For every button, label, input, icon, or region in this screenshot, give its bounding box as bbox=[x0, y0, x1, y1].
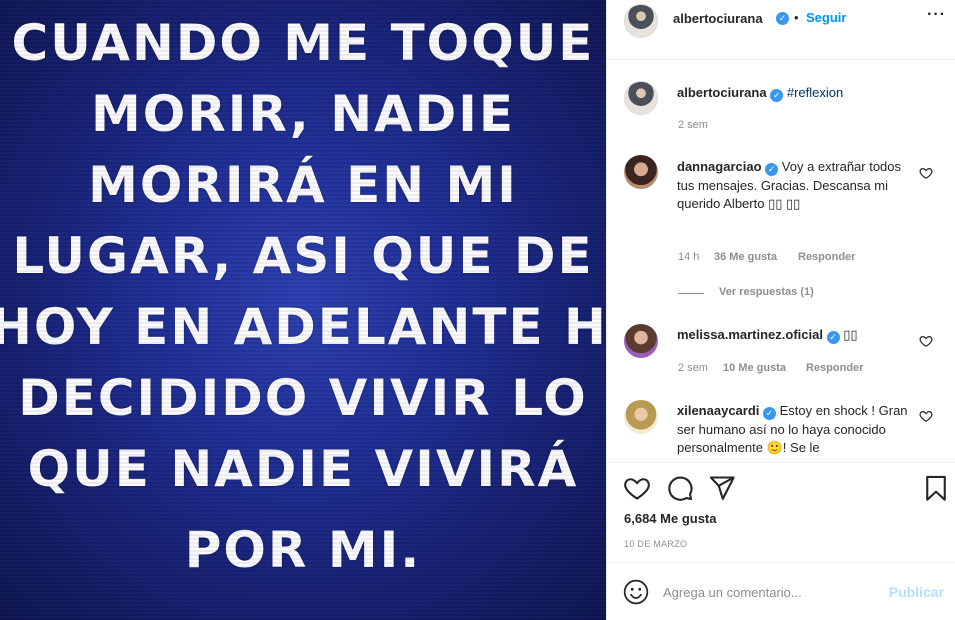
comment-likes[interactable]: 36 Me gusta bbox=[714, 251, 777, 263]
caption: albertociurana ✓ #reflexion bbox=[677, 84, 927, 103]
comment-text: ▯▯ bbox=[843, 327, 858, 342]
more-horizontal-icon[interactable]: ··· bbox=[927, 6, 946, 24]
verified-badge-icon: ✓ bbox=[763, 407, 777, 420]
comment-username[interactable]: xilenaaycardi bbox=[677, 403, 759, 418]
bookmark-icon[interactable] bbox=[922, 474, 950, 502]
quote-line: DECIDIDO VIVIR LO bbox=[18, 369, 588, 427]
comment-avatar[interactable] bbox=[624, 155, 658, 189]
comment-time[interactable]: 2 sem bbox=[678, 362, 708, 374]
heart-icon[interactable] bbox=[919, 334, 933, 348]
quote-line: POR MI. bbox=[184, 521, 422, 579]
likes-count[interactable]: 6,684 Me gusta bbox=[624, 511, 717, 526]
separator-dot: • bbox=[794, 10, 799, 25]
comment-body: melissa.martinez.oficial ✓ ▯▯ bbox=[677, 326, 912, 345]
quote-line: CUANDO ME TOQUE bbox=[11, 14, 595, 72]
heart-icon[interactable] bbox=[919, 409, 933, 423]
view-replies-divider bbox=[678, 293, 704, 294]
comment-bubble-icon[interactable] bbox=[666, 474, 694, 502]
publish-button[interactable]: Publicar bbox=[889, 584, 944, 600]
avatar[interactable] bbox=[624, 4, 658, 38]
emoji-smiley-icon[interactable] bbox=[623, 579, 649, 605]
add-comment-bar: Publicar bbox=[607, 562, 955, 620]
verified-badge-icon: ✓ bbox=[770, 89, 784, 102]
follow-button[interactable]: Seguir bbox=[806, 10, 846, 25]
reply-button[interactable]: Responder bbox=[806, 362, 863, 374]
quote-line: LUGAR, ASI QUE DE bbox=[12, 227, 594, 285]
verified-badge-icon: ✓ bbox=[826, 331, 840, 344]
verified-badge-icon: ✓ bbox=[765, 163, 779, 176]
quote-line: MORIRÁ EN MI bbox=[88, 156, 518, 214]
post-author-username[interactable]: albertociurana bbox=[673, 11, 763, 26]
quote-line: HOY EN ADELANTE HE bbox=[0, 298, 606, 356]
comment-body: dannagarciao ✓ Voy a extrañar todos tus … bbox=[677, 158, 912, 214]
comment-likes[interactable]: 10 Me gusta bbox=[723, 362, 786, 374]
verified-badge-icon: ✓ bbox=[776, 12, 789, 25]
quote-line: MORIR, NADIE bbox=[91, 85, 515, 143]
comment-body: xilenaaycardi ✓ Estoy en shock ! Gran se… bbox=[677, 402, 912, 458]
caption-time[interactable]: 2 sem bbox=[678, 119, 708, 131]
quote-line: QUE NADIE VIVIRÁ bbox=[27, 440, 579, 498]
add-comment-input[interactable] bbox=[663, 581, 873, 603]
view-replies-button[interactable]: Ver respuestas (1) bbox=[719, 286, 814, 298]
caption-avatar[interactable] bbox=[624, 81, 658, 115]
heart-icon[interactable] bbox=[919, 166, 933, 180]
share-send-icon[interactable] bbox=[708, 474, 736, 502]
comment-username[interactable]: melissa.martinez.oficial bbox=[677, 327, 823, 342]
comment-avatar[interactable] bbox=[624, 324, 658, 358]
post-side-panel: albertociurana ✓ • Seguir ··· albertociu… bbox=[606, 0, 955, 620]
post-header: albertociurana ✓ • Seguir ··· bbox=[607, 0, 955, 60]
post-image[interactable]: CUANDO ME TOQUE MORIR, NADIE MORIRÁ EN M… bbox=[0, 0, 606, 620]
reply-button[interactable]: Responder bbox=[798, 251, 855, 263]
like-heart-icon[interactable] bbox=[623, 474, 651, 502]
action-bar-divider bbox=[607, 462, 955, 463]
caption-username[interactable]: albertociurana bbox=[677, 85, 767, 100]
post-date[interactable]: 10 DE MARZO bbox=[624, 539, 687, 549]
comment-username[interactable]: dannagarciao bbox=[677, 159, 762, 174]
comment-time[interactable]: 14 h bbox=[678, 251, 699, 263]
caption-hashtag[interactable]: #reflexion bbox=[787, 85, 843, 100]
comment-clip: xilenaaycardi ✓ Estoy en shock ! Gran se… bbox=[607, 398, 955, 461]
